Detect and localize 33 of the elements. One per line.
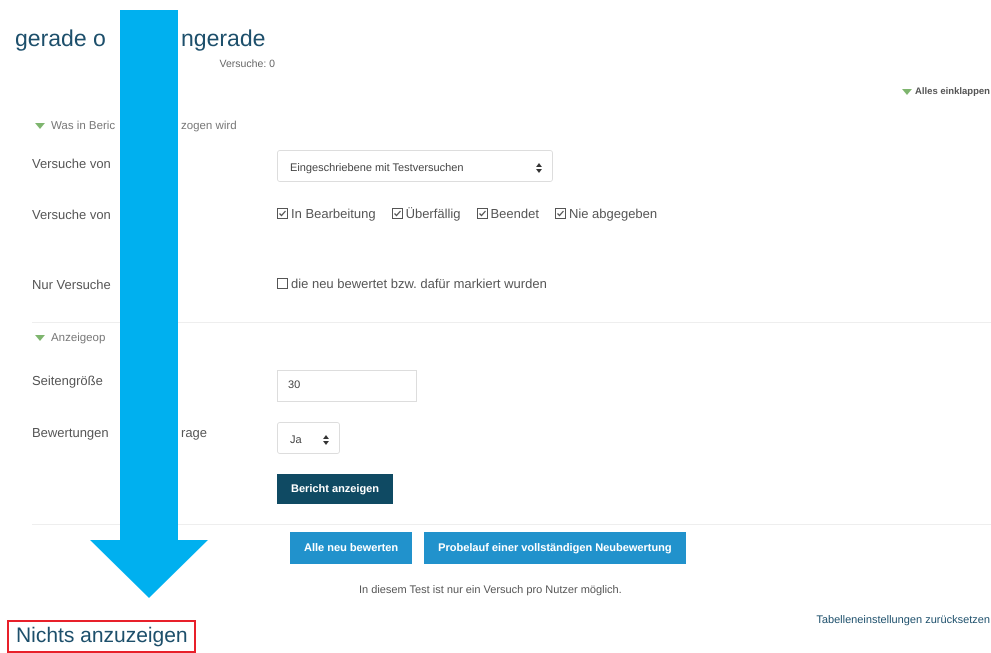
field-label: Bewertungen (32, 424, 110, 440)
field-label: Nur Versuche (32, 277, 112, 292)
checkbox-label[interactable]: Überfällig (406, 206, 460, 222)
checked-box-icon[interactable] (476, 208, 488, 220)
page-title: ngerade (181, 24, 266, 52)
show-report-button[interactable]: Bericht anzeigen (277, 474, 394, 504)
select-field[interactable]: Eingeschriebene mit Testversuchen (277, 150, 553, 182)
checkbox-icon[interactable] (277, 278, 288, 290)
collapse-all-link[interactable]: Alles einklappen (902, 86, 990, 97)
select-arrows-icon (536, 163, 542, 174)
checkbox-label[interactable]: In Bearbeitung (291, 206, 376, 222)
field-label: Seitengröße (32, 372, 104, 388)
info-note: In diesem Test ist nur ein Versuch pro Nutzer möglich. (359, 584, 623, 596)
checkbox-label[interactable]: die neu bewertet bzw. dafür markiert wurden (291, 276, 547, 292)
section-header: Anzeigeop (51, 332, 106, 344)
empty-result-message: Nichts anzuzeigen (7, 620, 196, 653)
checked-box-icon[interactable] (277, 208, 288, 220)
select-arrows-icon (323, 434, 329, 445)
checked-box-icon[interactable] (392, 208, 403, 220)
checked-box-icon[interactable] (554, 208, 566, 220)
field-label: Versuche von (32, 207, 112, 222)
page-title: gerade o (15, 24, 107, 52)
select-field[interactable]: Ja (277, 422, 340, 454)
checkbox-label[interactable]: Nie abgegeben (568, 206, 658, 222)
checkbox-label[interactable]: Beendet (490, 206, 539, 222)
input-field[interactable]: 30 (277, 370, 417, 402)
field-label: Versuche von (32, 156, 112, 172)
section-header: zogen wird (181, 120, 237, 132)
attempts-count: Versuche: 0 (218, 58, 275, 70)
field-label: rage (181, 424, 208, 440)
reset-table-link[interactable]: Tabelleneinstellungen zurücksetzen (816, 614, 990, 626)
caret-icon (902, 88, 912, 94)
section-header: Was in Beric (51, 120, 116, 132)
